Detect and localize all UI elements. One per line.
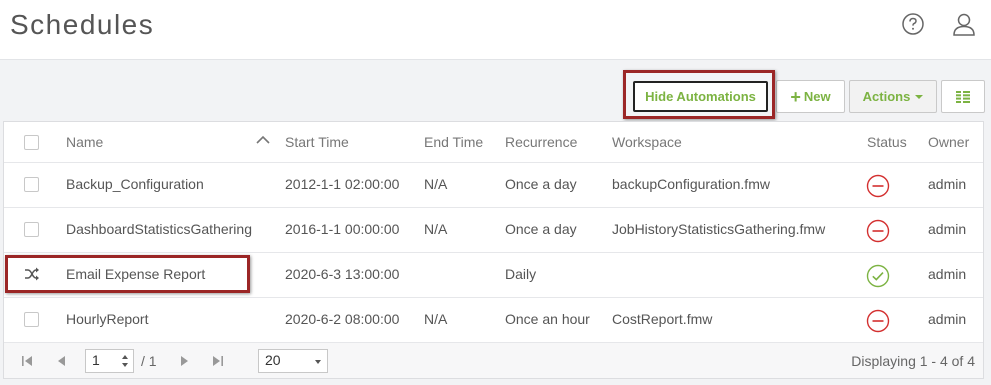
first-page-icon[interactable] (21, 355, 33, 367)
cell-start-time: 2020-6-3 13:00:00 (285, 266, 400, 282)
next-page-icon[interactable] (178, 355, 190, 367)
cell-workspace: JobHistoryStatisticsGathering.fmw (612, 221, 826, 237)
cell-recurrence: Once a day (505, 221, 577, 237)
cell-recurrence: Once an hour (505, 311, 590, 327)
disabled-status-icon[interactable] (866, 219, 890, 243)
pagination-bar: 1 / 1 20 Displaying 1 - 4 of 4 (4, 342, 983, 378)
cell-workspace: CostReport.fmw (612, 311, 713, 327)
columns-icon (956, 90, 970, 103)
cell-start-time: 2012-1-1 02:00:00 (285, 176, 400, 192)
enabled-status-icon[interactable] (866, 264, 890, 288)
plus-icon: + (790, 86, 801, 107)
cell-recurrence: Once a day (505, 176, 577, 192)
cell-name[interactable]: Backup_Configuration (66, 176, 204, 192)
toolbar: Hide Automations + New Actions (0, 80, 991, 113)
cell-recurrence: Daily (505, 266, 537, 282)
cell-end-time: N/A (424, 176, 448, 192)
disabled-status-icon[interactable] (866, 309, 890, 333)
page-size-value: 20 (265, 352, 281, 368)
row-checkbox[interactable] (24, 177, 39, 192)
disabled-status-icon[interactable] (866, 174, 890, 198)
sort-ascending-icon[interactable] (256, 135, 270, 145)
cell-end-time: N/A (424, 311, 448, 327)
column-header-owner[interactable]: Owner (928, 134, 969, 150)
caret-down-icon (915, 94, 924, 99)
page-header: Schedules (0, 0, 991, 60)
columns-button[interactable] (941, 80, 985, 113)
column-header-recurrence[interactable]: Recurrence (505, 134, 577, 150)
cell-owner: admin (928, 311, 967, 327)
cell-owner: admin (928, 176, 967, 192)
cell-name[interactable]: HourlyReport (66, 311, 148, 327)
cell-name[interactable]: Email Expense Report (66, 266, 205, 282)
column-header-workspace[interactable]: Workspace (612, 134, 682, 150)
display-count-text: Displaying 1 - 4 of 4 (851, 353, 975, 369)
hide-automations-button[interactable]: Hide Automations (633, 81, 768, 112)
cell-owner: admin (928, 221, 967, 237)
page-size-select[interactable]: 20 (258, 349, 328, 373)
column-header-name[interactable]: Name (66, 134, 103, 150)
page-number-input[interactable]: 1 (85, 349, 134, 373)
new-button[interactable]: + New (776, 80, 845, 113)
actions-button[interactable]: Actions (849, 80, 937, 113)
table-row[interactable]: DashboardStatisticsGathering 2016-1-1 00… (4, 208, 983, 253)
cell-start-time: 2016-1-1 00:00:00 (285, 221, 400, 237)
table-row[interactable]: Backup_Configuration 2012-1-1 02:00:00 N… (4, 163, 983, 208)
page-title: Schedules (10, 9, 155, 40)
dropdown-arrow-icon (315, 360, 321, 364)
previous-page-icon[interactable] (56, 355, 68, 367)
cell-owner: admin (928, 266, 967, 282)
spinner-arrows-icon[interactable] (121, 353, 129, 369)
column-header-status[interactable]: Status (867, 134, 907, 150)
help-circle-icon[interactable] (900, 11, 926, 37)
cell-name[interactable]: DashboardStatisticsGathering (66, 221, 252, 237)
table-row[interactable]: Email Expense Report 2020-6-3 13:00:00 D… (4, 253, 983, 298)
cell-workspace: backupConfiguration.fmw (612, 176, 770, 192)
row-checkbox[interactable] (24, 312, 39, 327)
column-header-end-time[interactable]: End Time (424, 134, 483, 150)
select-all-checkbox[interactable] (24, 135, 39, 150)
last-page-icon[interactable] (212, 355, 224, 367)
automation-shuffle-icon (25, 267, 39, 281)
hide-automations-label: Hide Automations (645, 89, 756, 104)
page-number-value: 1 (92, 352, 100, 368)
table-header-row: Name Start Time End Time Recurrence Work… (4, 122, 983, 163)
cell-start-time: 2020-6-2 08:00:00 (285, 311, 400, 327)
table-row[interactable]: HourlyReport 2020-6-2 08:00:00 N/A Once … (4, 298, 983, 343)
actions-label: Actions (862, 89, 911, 104)
row-checkbox[interactable] (24, 222, 39, 237)
column-header-start-time[interactable]: Start Time (285, 134, 349, 150)
schedules-table: Name Start Time End Time Recurrence Work… (3, 121, 984, 379)
new-label: New (803, 89, 831, 104)
total-pages: / 1 (141, 353, 157, 369)
cell-end-time: N/A (424, 221, 448, 237)
user-icon[interactable] (951, 11, 977, 37)
